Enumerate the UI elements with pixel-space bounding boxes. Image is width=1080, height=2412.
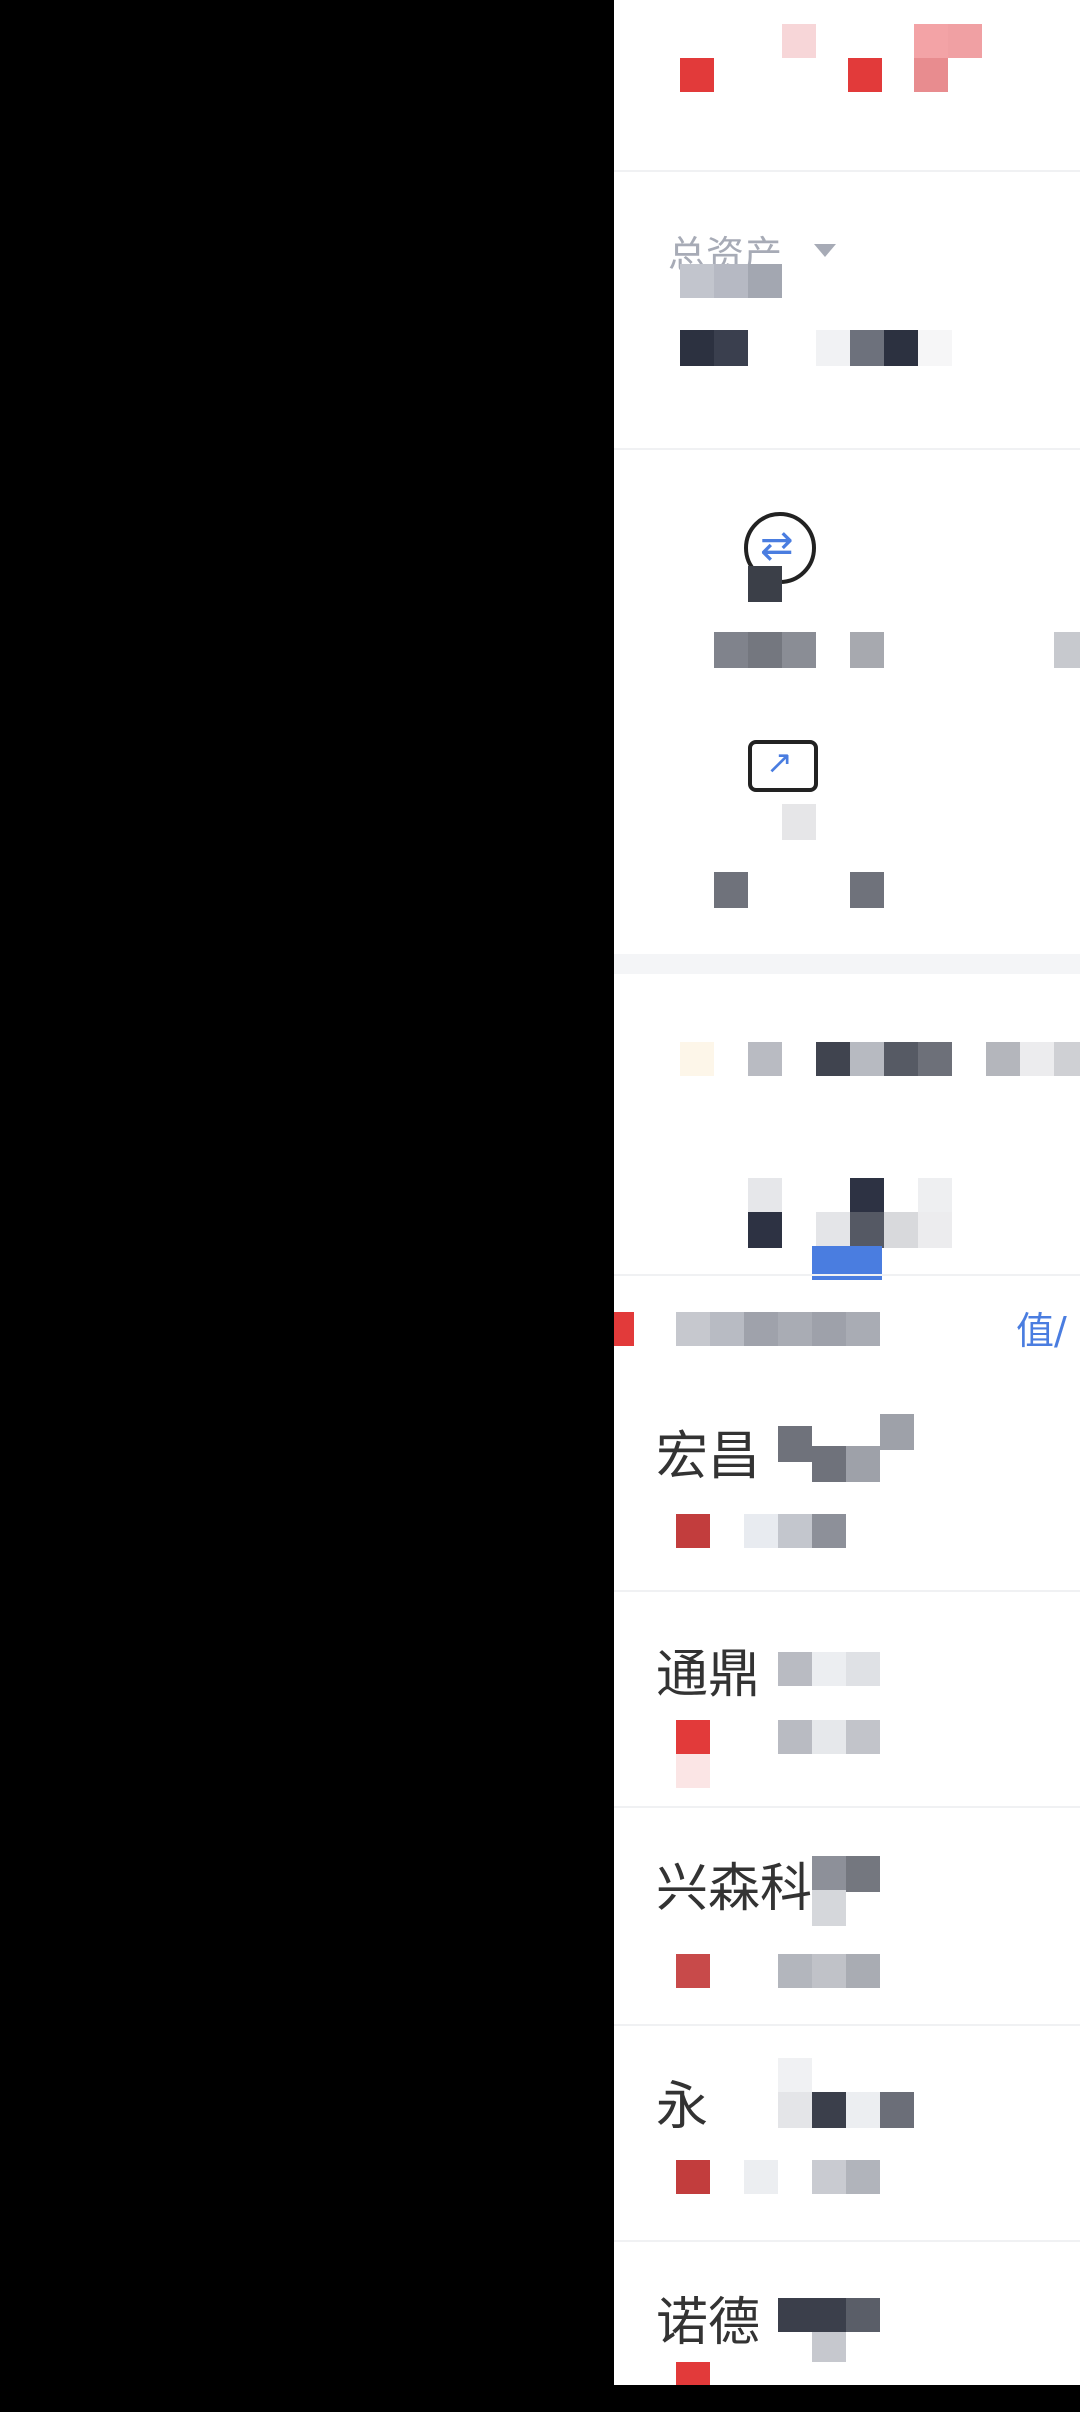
market-tag-icon xyxy=(676,1954,710,1988)
market-tag-icon xyxy=(676,2362,710,2385)
trend-chart-icon: ↗ xyxy=(748,740,818,792)
market-tag-icon xyxy=(676,1514,710,1548)
value-column-header[interactable]: 值/ xyxy=(1016,1300,1067,1355)
market-tag-icon xyxy=(676,2160,710,2194)
holding-name: 永 xyxy=(656,2077,709,2137)
holding-name: 宏昌 xyxy=(656,1427,761,1487)
holding-name: 诺德 xyxy=(656,2293,761,2353)
holding-name: 兴森科 xyxy=(656,1859,813,1919)
app-screen: 总资产 ⇄ ↗ 值/ 宏昌 通鼎 兴森科 永 诺德 xyxy=(614,0,1080,2385)
caret-down-icon[interactable] xyxy=(814,244,836,257)
market-tag-icon xyxy=(676,1720,710,1754)
holding-name: 通鼎 xyxy=(656,1645,761,1705)
